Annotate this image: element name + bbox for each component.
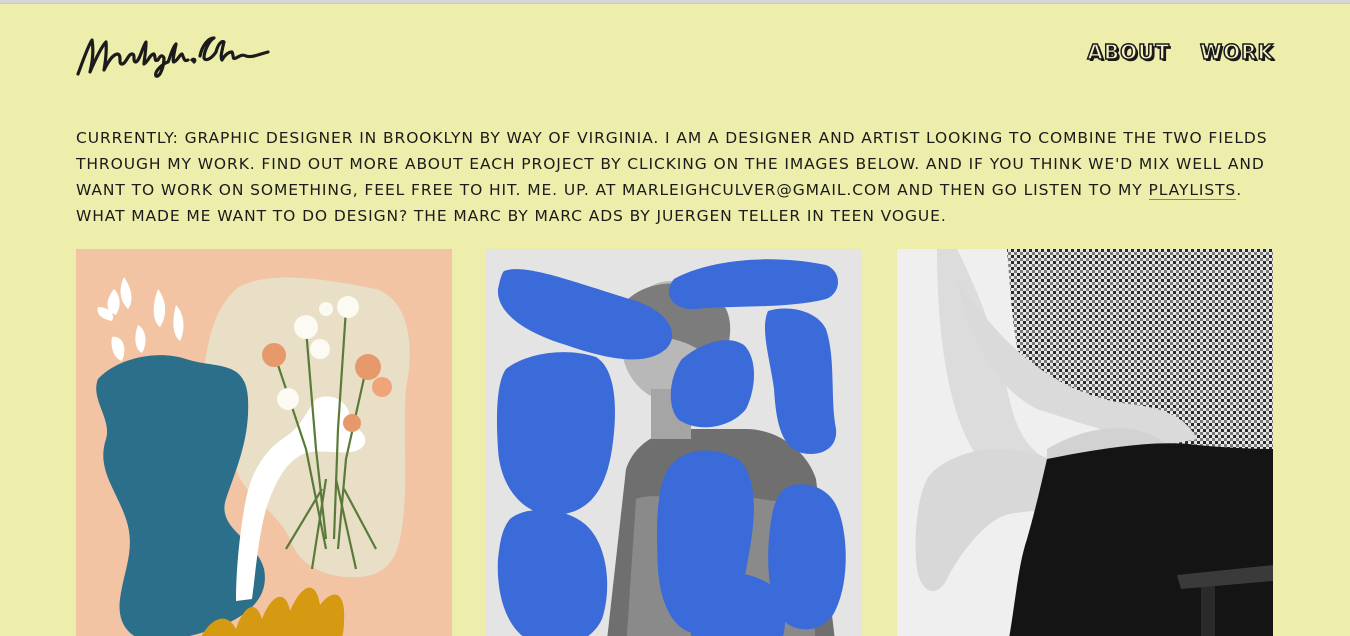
- portrait-blobs-image: [486, 249, 862, 636]
- project-tile-floral-collage[interactable]: [76, 249, 452, 636]
- project-tile-portrait-blobs[interactable]: [486, 249, 862, 636]
- main-nav: ABOUT WORK: [1087, 39, 1274, 65]
- nav-work-link[interactable]: WORK: [1199, 39, 1274, 65]
- logo-signature[interactable]: [74, 28, 270, 80]
- intro-text-part1: Currently: Graphic designer in Brooklyn …: [76, 129, 1268, 199]
- browser-top-edge: [0, 0, 1350, 4]
- checkered-shirt-image: [897, 249, 1273, 636]
- playlists-link[interactable]: playlists: [1148, 181, 1237, 200]
- intro-paragraph: Currently: Graphic designer in Brooklyn …: [76, 125, 1296, 229]
- floral-collage-image: [76, 249, 452, 636]
- nav-about-link[interactable]: ABOUT: [1087, 39, 1170, 65]
- project-tile-checkered-shirt[interactable]: [897, 249, 1273, 636]
